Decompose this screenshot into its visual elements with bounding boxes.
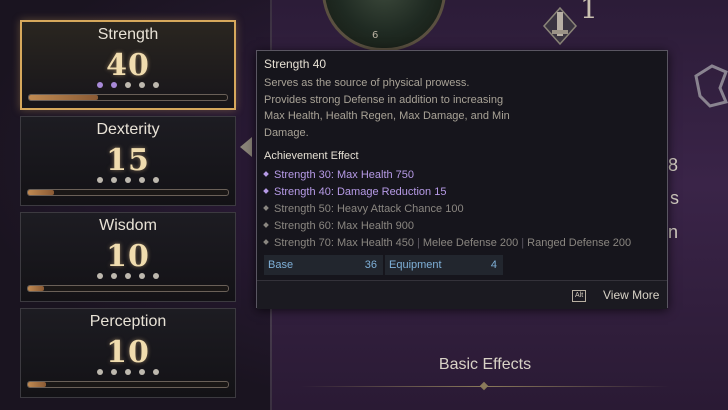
achievement-item: Strength 50: Heavy Attack Chance 100 [263, 201, 667, 218]
achievement-text: Strength 50: Heavy Attack Chance 100 [274, 203, 464, 215]
achievement-text: Strength 40: Damage Reduction 15 [274, 186, 447, 198]
stat-dot [97, 273, 103, 279]
stat-progress-fill [28, 286, 44, 291]
stat-dot [153, 369, 159, 375]
stat-dots [21, 369, 235, 375]
view-more-button[interactable]: View More [603, 288, 659, 302]
equipment-label: Equipment [389, 259, 442, 271]
stat-progress-bar [27, 189, 229, 196]
achievement-heading: Achievement Effect [264, 150, 359, 162]
stat-dot [97, 369, 103, 375]
stat-dot [125, 369, 131, 375]
stat-dot [125, 273, 131, 279]
sword-emblem-icon [542, 6, 578, 46]
stat-name: Dexterity [96, 121, 160, 138]
stat-progress-fill [28, 190, 54, 195]
stat-dot [139, 82, 145, 88]
stat-progress-fill [28, 382, 46, 387]
partial-value: n [668, 222, 679, 242]
rank-number: 1 [580, 0, 598, 25]
bullet-icon [263, 205, 269, 211]
card-pointer-arrow-icon [240, 137, 252, 157]
stat-dot [111, 82, 117, 88]
base-stat: Base 36 [264, 255, 383, 275]
stat-dot [125, 177, 131, 183]
bullet-icon [263, 222, 269, 228]
basic-effects-heading[interactable]: Basic Effects [390, 356, 580, 374]
stat-value: 10 [106, 335, 150, 370]
stat-dot [111, 273, 117, 279]
partial-value: s [670, 188, 679, 208]
stat-name: Perception [89, 313, 167, 330]
achievement-text: Strength 30: Max Health 750 [274, 169, 415, 181]
stat-progress-bar [28, 94, 228, 101]
equipment-stat: Equipment 4 [385, 255, 503, 275]
stat-tooltip: Strength 40 Serves as the source of phys… [256, 50, 668, 309]
base-label: Base [268, 259, 294, 271]
stat-dot [139, 369, 145, 375]
stat-dot [97, 177, 103, 183]
stat-dot [139, 273, 145, 279]
separator: | [521, 237, 525, 249]
stat-dot [111, 177, 117, 183]
stat-progress-bar [27, 285, 229, 292]
separator: | [417, 237, 420, 249]
achievement-item: Strength 30: Max Health 750 [263, 167, 667, 184]
stat-dot [153, 82, 159, 88]
stat-name: Wisdom [99, 217, 157, 234]
stat-dot [97, 82, 103, 88]
achievement-item: Strength 60: Max Health 900 [263, 218, 667, 235]
stat-value: 40 [106, 48, 150, 83]
tooltip-title: Strength 40 [264, 57, 327, 71]
stat-dot [111, 369, 117, 375]
achievement-item: Strength 70: Max Health 450 | Melee Defens… [263, 235, 667, 252]
equipment-value: 4 [490, 259, 497, 271]
achievement-item: Strength 40: Damage Reduction 15 [263, 184, 667, 201]
stat-value: 15 [106, 143, 150, 178]
partial-value: 8 [668, 155, 679, 175]
alt-key-icon: Alt [572, 290, 587, 302]
achievement-extra: Melee Defense 200 [422, 237, 519, 249]
stat-dots [21, 273, 235, 279]
tooltip-footer: Alt View More [257, 280, 667, 309]
stat-dots [21, 177, 235, 183]
stat-progress-bar [27, 381, 229, 388]
stat-value: 10 [106, 239, 150, 274]
achievement-text: Strength 70: Max Health 450 [274, 237, 415, 249]
stat-breakdown: Base 36 Equipment 4 [264, 255, 505, 275]
achievement-list: Strength 30: Max Health 750 Strength 40:… [263, 167, 667, 252]
bullet-icon [263, 239, 269, 245]
stat-dot [153, 177, 159, 183]
tooltip-description: Serves as the source of physical prowess… [264, 77, 510, 139]
stat-card-strength[interactable]: Strength 40 [20, 20, 236, 110]
stat-dot [153, 273, 159, 279]
stat-dot [139, 177, 145, 183]
decorative-crest-icon [694, 64, 728, 108]
base-value: 36 [364, 259, 377, 271]
stat-card-perception[interactable]: Perception 10 [20, 308, 236, 398]
stat-card-wisdom[interactable]: Wisdom 10 [20, 212, 236, 302]
medallion-number: 6 [372, 30, 379, 41]
bullet-icon [263, 171, 269, 177]
stat-dot [125, 82, 131, 88]
bullet-icon [263, 188, 269, 194]
stat-card-dexterity[interactable]: Dexterity 15 [20, 116, 236, 206]
stat-name: Strength [97, 26, 159, 43]
stat-dots [22, 82, 234, 88]
achievement-text: Strength 60: Max Health 900 [274, 220, 415, 232]
achievement-extra: Ranged Defense 200 [527, 237, 632, 249]
stat-progress-fill [29, 95, 99, 100]
